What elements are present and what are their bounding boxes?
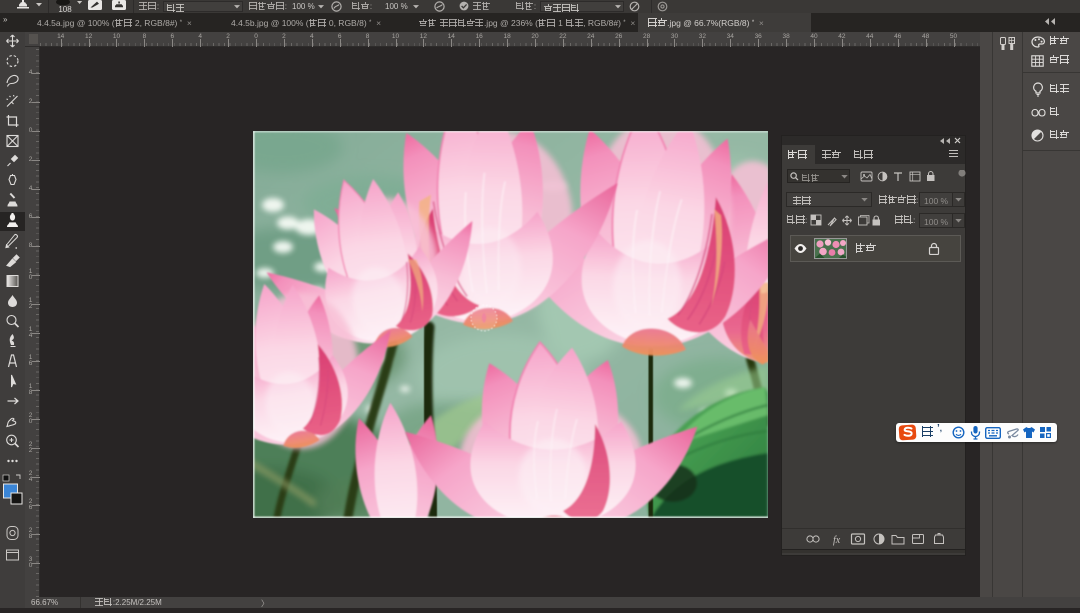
svg-text:fx: fx [833,535,841,546]
